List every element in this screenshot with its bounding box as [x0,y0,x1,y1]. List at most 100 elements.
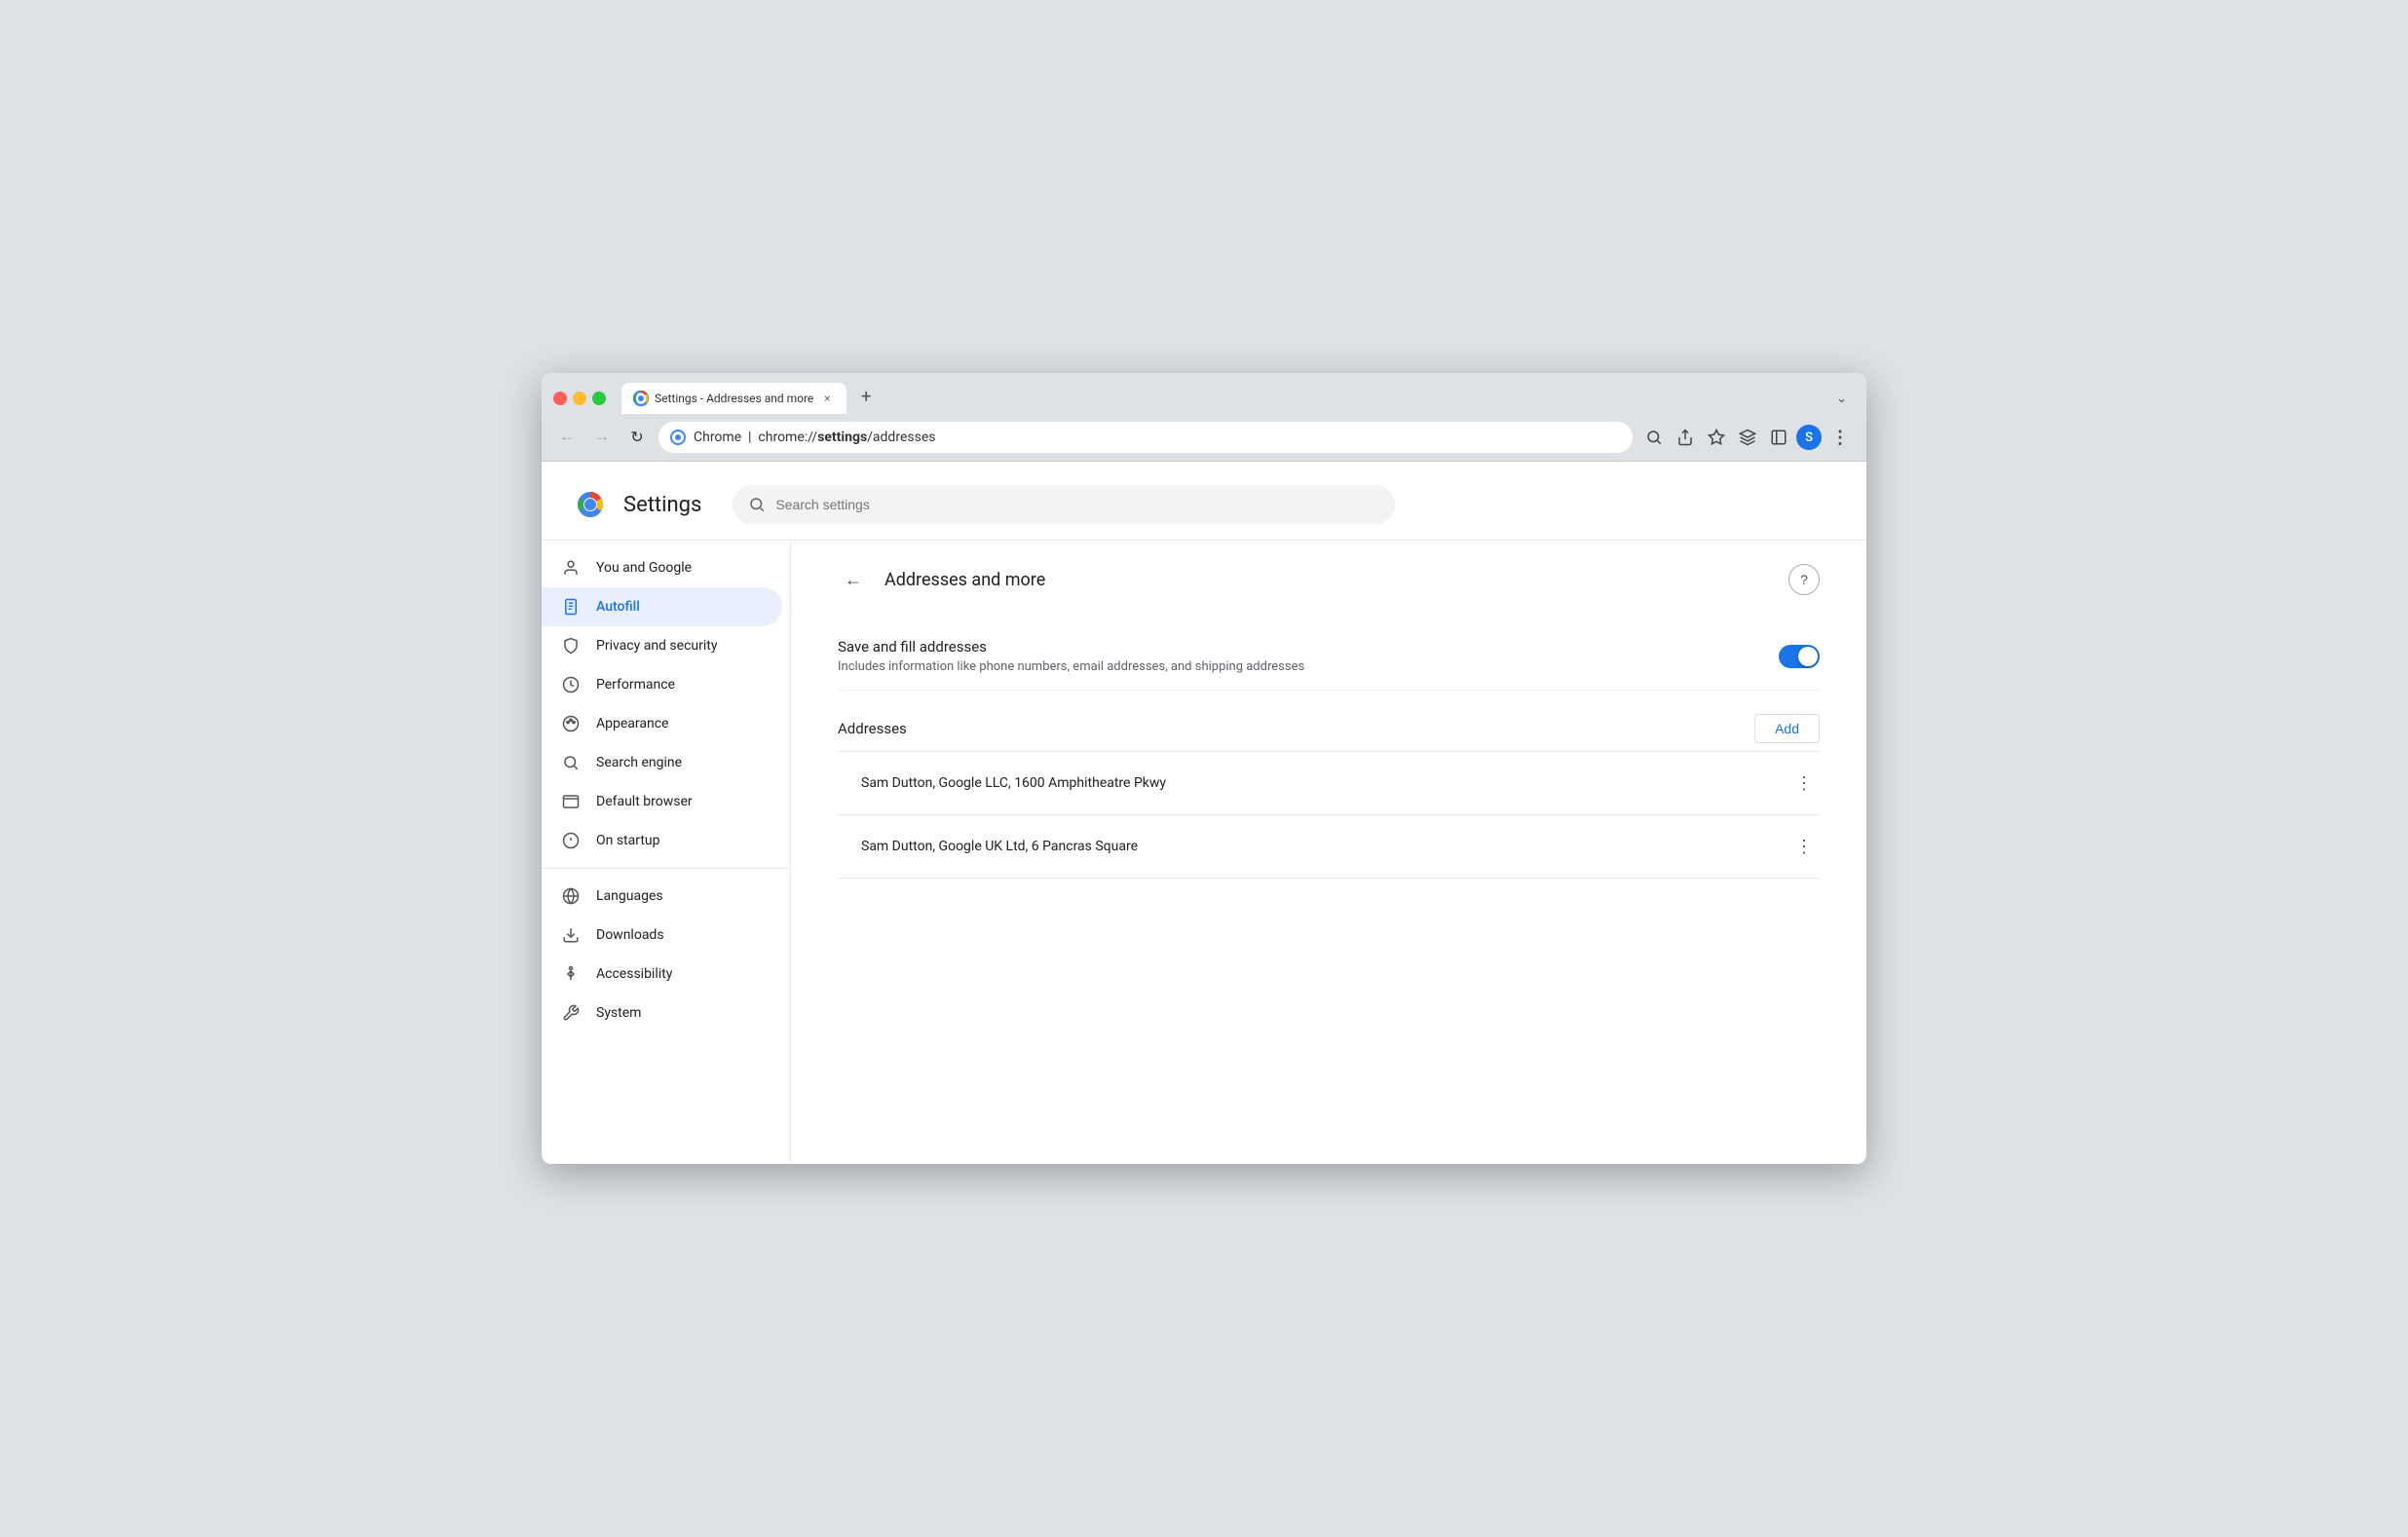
address-list: Sam Dutton, Google LLC, 1600 Amphitheatr… [838,751,1820,879]
sidebar-item-on-startup[interactable]: On startup [542,821,782,860]
sidebar-item-default-browser[interactable]: Default browser [542,782,782,821]
address-item-1[interactable]: Sam Dutton, Google LLC, 1600 Amphitheatr… [838,752,1820,815]
address-favicon [670,430,686,445]
person-icon [561,558,581,578]
tab-close-button[interactable]: × [819,391,835,406]
sidebar-separator [542,868,790,869]
sidebar-icon [1770,429,1787,446]
address-text-2: Sam Dutton, Google UK Ltd, 6 Pancras Squ… [861,839,1138,854]
sidebar-label-system: System [596,1005,641,1021]
minimize-traffic-light[interactable] [573,392,586,405]
toolbar: ← → ↻ Chrome | chrome://settings/address… [542,414,1866,461]
download-icon [561,925,581,945]
settings-header: Settings [542,462,1866,541]
chrome-logo [573,487,608,522]
wrench-icon [561,1003,581,1023]
sidebar-item-system[interactable]: System [542,993,782,1032]
sidebar-label-default-browser: Default browser [596,794,693,809]
title-bar: Settings - Addresses and more × + ⌄ [542,373,1866,414]
sidebar-label-accessibility: Accessibility [596,966,672,982]
browser-icon [561,792,581,811]
back-button[interactable]: ← [838,564,869,595]
forward-button[interactable]: → [588,424,616,451]
share-button[interactable] [1672,424,1699,451]
addresses-label: Addresses [838,720,907,737]
search-bar[interactable] [733,485,1395,524]
save-fill-label: Save and fill addresses [838,638,1779,656]
profile-button[interactable]: S [1796,425,1822,450]
share-icon [1676,429,1694,446]
reload-button[interactable]: ↻ [623,424,651,451]
sidebar-label-appearance: Appearance [596,716,668,731]
page-header: ← Addresses and more ? [838,564,1820,595]
window-menu-button[interactable]: ⌄ [1828,388,1855,410]
tabs-area: Settings - Addresses and more × + ⌄ [621,383,1855,414]
sidebar-label-search-engine: Search engine [596,755,682,770]
sidebar-item-downloads[interactable]: Downloads [542,916,782,955]
sidebar-label-on-startup: On startup [596,833,660,848]
address-text: Chrome | chrome://settings/addresses [694,430,1621,445]
address-more-button-2[interactable]: ⋮ [1788,831,1820,862]
addresses-header: Addresses Add [838,714,1820,743]
sidebar-item-appearance[interactable]: Appearance [542,704,782,743]
tab-title: Settings - Addresses and more [655,392,813,405]
maximize-traffic-light[interactable] [592,392,606,405]
address-more-button-1[interactable]: ⋮ [1788,768,1820,799]
close-traffic-light[interactable] [553,392,567,405]
sidebar-item-privacy-security[interactable]: Privacy and security [542,626,782,665]
sidebar: You and Google Autofill [542,541,791,1164]
page-title: Addresses and more [884,570,1045,590]
active-tab[interactable]: Settings - Addresses and more × [621,383,847,414]
sidebar-label-autofill: Autofill [596,599,640,615]
bookmark-icon [1708,429,1725,446]
new-tab-button[interactable]: + [852,383,880,410]
sidebar-item-search-engine[interactable]: Search engine [542,743,782,782]
help-button[interactable]: ? [1788,564,1820,595]
address-bar[interactable]: Chrome | chrome://settings/addresses [658,422,1633,453]
sidebar-item-you-and-google[interactable]: You and Google [542,548,782,587]
sidebar-button[interactable] [1765,424,1792,451]
autofill-icon [561,597,581,617]
settings-search-icon [748,496,766,513]
back-button[interactable]: ← [553,424,581,451]
performance-icon [561,675,581,694]
sidebar-label-downloads: Downloads [596,927,664,943]
accessibility-icon [561,964,581,984]
toolbar-icons: S ⋮ [1640,424,1855,452]
extensions-icon [1739,429,1756,446]
sidebar-item-accessibility[interactable]: Accessibility [542,955,782,993]
sidebar-label-languages: Languages [596,888,663,904]
traffic-lights [553,392,606,405]
shield-icon [561,636,581,656]
bookmark-button[interactable] [1703,424,1730,451]
search-icon [1645,429,1663,446]
sidebar-item-autofill[interactable]: Autofill [542,587,782,626]
page-content: Settings You and Google [542,461,1866,1164]
main-content-area: ← Addresses and more ? Save and fill add… [791,541,1866,1164]
toggle-thumb [1798,647,1818,666]
save-fill-desc: Includes information like phone numbers,… [838,659,1779,674]
tab-favicon [633,391,649,406]
browser-window: Settings - Addresses and more × + ⌄ ← → … [542,373,1866,1164]
search-engine-icon [561,753,581,772]
globe-icon [561,886,581,906]
settings-title: Settings [623,493,701,517]
save-fill-toggle[interactable] [1779,645,1820,668]
page-header-left: ← Addresses and more [838,564,1045,595]
sidebar-item-languages[interactable]: Languages [542,877,782,916]
settings-search-input[interactable] [775,497,1379,512]
startup-icon [561,831,581,850]
zoom-button[interactable] [1640,424,1668,451]
address-item-2[interactable]: Sam Dutton, Google UK Ltd, 6 Pancras Squ… [838,815,1820,879]
address-text-1: Sam Dutton, Google LLC, 1600 Amphitheatr… [861,775,1166,791]
chrome-menu-button[interactable]: ⋮ [1825,424,1855,452]
sidebar-label-performance: Performance [596,677,675,693]
save-fill-setting-row: Save and fill addresses Includes informa… [838,622,1820,691]
palette-icon [561,714,581,733]
toggle-track [1779,645,1820,668]
extensions-button[interactable] [1734,424,1761,451]
sidebar-item-performance[interactable]: Performance [542,665,782,704]
add-address-button[interactable]: Add [1754,714,1820,743]
sidebar-label-you-and-google: You and Google [596,560,692,576]
sidebar-label-privacy-security: Privacy and security [596,638,717,654]
